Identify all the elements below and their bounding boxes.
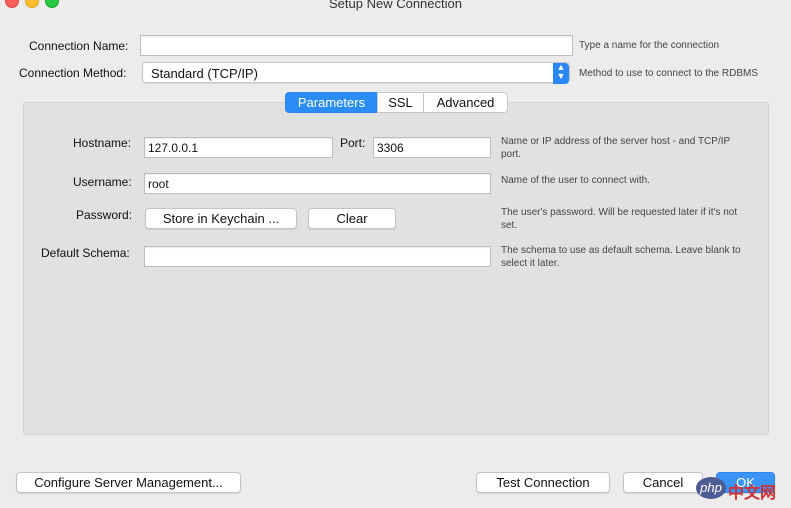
connection-method-select[interactable]: Standard (TCP/IP) ▲ ▼ [142,62,570,84]
clear-password-button[interactable]: Clear [308,208,396,229]
connection-name-label: Connection Name: [29,39,129,53]
php-cn-watermark: php 中文网 [696,477,791,502]
tab-ssl[interactable]: SSL [377,92,424,113]
store-in-keychain-button[interactable]: Store in Keychain ... [145,208,297,229]
port-input[interactable]: 3306 [373,137,491,158]
updown-chevron-icon: ▲ ▼ [553,63,569,84]
password-help: The user's password. Will be requested l… [501,207,738,231]
username-input[interactable]: root [144,173,491,194]
connection-method-help: Method to use to connect to the RDBMS [579,68,758,79]
tab-parameters[interactable]: Parameters [285,92,378,113]
username-help: Name of the user to connect with. [501,175,650,186]
tab-advanced[interactable]: Advanced [423,92,508,113]
password-label: Password: [76,208,133,222]
hostname-label: Hostname: [73,136,132,150]
connection-method-value: Standard (TCP/IP) [151,66,258,81]
port-label: Port: [340,136,366,150]
default-schema-input[interactable] [144,246,491,267]
test-connection-button[interactable]: Test Connection [476,472,610,493]
cancel-button[interactable]: Cancel [623,472,703,493]
window-title: Setup New Connection [329,0,462,11]
hostname-input[interactable]: 127.0.0.1 [144,137,333,158]
configure-server-management-button[interactable]: Configure Server Management... [16,472,241,493]
watermark-text: 中文网 [728,485,777,502]
php-logo-icon: php [696,477,726,499]
username-label: Username: [73,175,132,189]
connection-name-input[interactable] [140,35,573,56]
default-schema-help: The schema to use as default schema. Lea… [501,245,741,269]
default-schema-label: Default Schema: [41,246,130,260]
connection-method-label: Connection Method: [19,66,127,80]
connection-name-help: Type a name for the connection [579,40,720,51]
hostname-help: Name or IP address of the server host - … [501,136,730,160]
